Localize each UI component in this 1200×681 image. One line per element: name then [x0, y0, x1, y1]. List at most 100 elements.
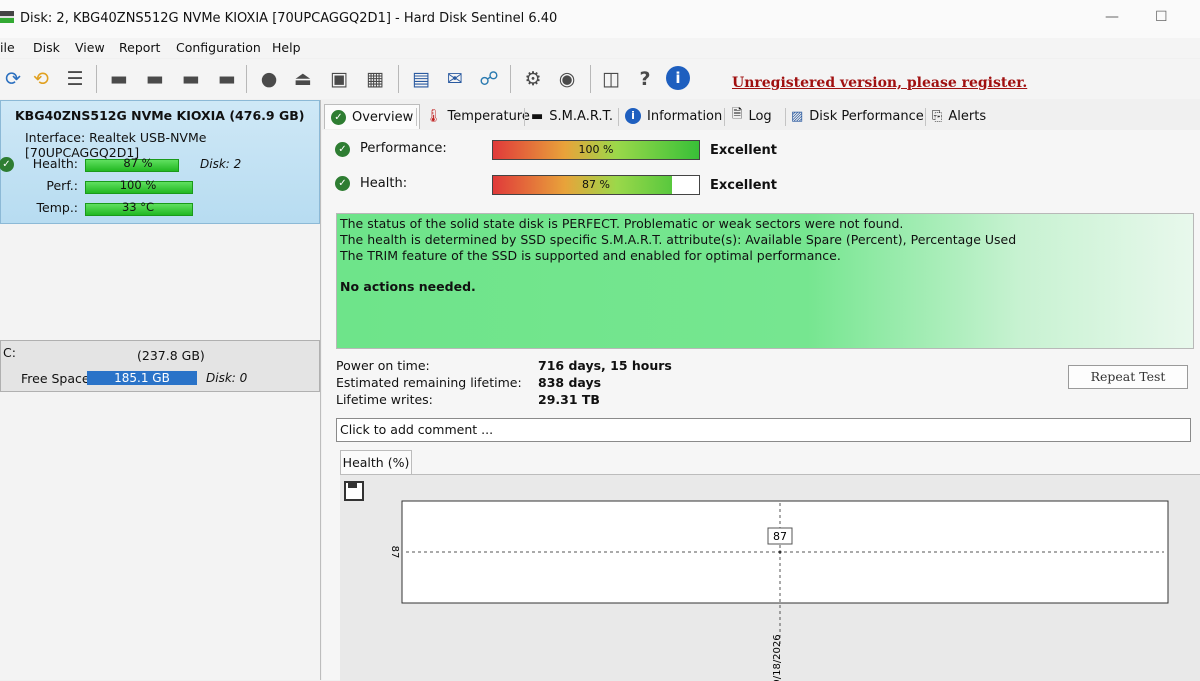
repeat-test-button[interactable]: Repeat Test [1068, 365, 1188, 389]
disk-check-icon[interactable]: ▬ [178, 66, 204, 92]
tab-health-chart[interactable]: Health (%) [340, 450, 412, 475]
performance-chart-icon: ▨ [791, 108, 804, 124]
settings-icon[interactable]: ⚙ [520, 66, 546, 92]
left-pane: KBG40ZNS512G NVMe KIOXIA (476.9 GB) Inte… [0, 100, 321, 680]
help-icon[interactable]: ? [632, 66, 658, 92]
data-point [778, 550, 782, 554]
free-space-bar: 185.1 GB [87, 371, 197, 385]
tab-alerts[interactable]: ⎘ Alerts [926, 104, 992, 128]
performance-rating: Excellent [710, 143, 777, 158]
maximize-icon[interactable]: ☐ [1155, 9, 1168, 25]
info-icon[interactable]: i [666, 66, 690, 90]
toolbar-separator [510, 65, 511, 93]
health-gauge-value: 87 % [582, 178, 610, 191]
register-link[interactable]: Unregistered version, please register. [732, 75, 1027, 91]
free-space-label: Free Space [21, 371, 90, 386]
tab-information[interactable]: i Information [619, 104, 728, 128]
health-label: Health: [360, 176, 408, 191]
overview-panel: ✓ Performance: 100 % Excellent ✓ Health:… [322, 130, 1200, 681]
toolbar-separator [398, 65, 399, 93]
y-tick-label: 87 [389, 546, 400, 559]
lifetime-writes-label: Lifetime writes: [336, 392, 433, 407]
tab-smart-label: S.M.A.R.T. [549, 108, 614, 124]
toolbar-separator [246, 65, 247, 93]
toolbar-separator [590, 65, 591, 93]
info-icon: i [625, 108, 641, 124]
smart-icon: ▬ [531, 108, 544, 124]
tab-overview-label: Overview [352, 109, 414, 125]
thermometer-icon: 🌡 [425, 108, 442, 124]
minimize-icon[interactable]: — [1105, 9, 1119, 25]
status-line: The status of the solid state disk is PE… [340, 216, 904, 231]
disk-panel[interactable]: KBG40ZNS512G NVMe KIOXIA (476.9 GB) Inte… [0, 100, 320, 224]
check-icon: ✓ [335, 142, 350, 157]
health-rating: Excellent [710, 178, 777, 193]
email-icon[interactable]: ✉ [442, 66, 468, 92]
network-icon[interactable]: ☍ [476, 66, 502, 92]
toolbar-separator [96, 65, 97, 93]
list-icon[interactable]: ☰ [62, 66, 88, 92]
title-bar: Disk: 2, KBG40ZNS512G NVMe KIOXIA [70UPC… [0, 0, 1200, 38]
test-icon[interactable]: ▣ [326, 66, 352, 92]
health-gauge: 87 % [492, 175, 700, 195]
health-value: 87 % [123, 156, 153, 170]
disk-name: KBG40ZNS512G NVMe KIOXIA (476.9 GB) [15, 108, 305, 123]
menu-view[interactable]: View [75, 40, 105, 55]
remaining-lifetime-label: Estimated remaining lifetime: [336, 375, 522, 390]
disk-number: Disk: 2 [200, 157, 242, 171]
report-icon[interactable]: ▤ [408, 66, 434, 92]
app-icon [0, 11, 14, 23]
menu-configuration[interactable]: Configuration [176, 40, 261, 55]
tab-disk-performance-label: Disk Performance [809, 108, 924, 124]
check-icon: ✓ [0, 157, 14, 172]
window-title: Disk: 2, KBG40ZNS512G NVMe KIOXIA [70UPC… [20, 11, 558, 26]
tab-information-label: Information [647, 108, 723, 124]
status-message-box: The status of the solid state disk is PE… [336, 213, 1194, 349]
temp-value: 33 °C [121, 200, 155, 214]
temp-label: Temp.: [36, 200, 79, 215]
performance-gauge-value: 100 % [578, 143, 614, 156]
refresh-all-icon[interactable]: ⟲ [28, 66, 54, 92]
volume-letter: C: [3, 345, 16, 360]
screenshot-icon[interactable]: ◫ [598, 66, 624, 92]
tab-disk-performance[interactable]: ▨ Disk Performance [785, 104, 930, 128]
log-icon: 🗎 [732, 107, 743, 122]
perf-label: Perf.: [46, 178, 78, 193]
power-on-value: 716 days, 15 hours [538, 358, 672, 373]
toolbar: ⟳ ⟲ ☰ ▬ ▬ ▬ ▬ ● ⏏ ▣ ▦ ▤ ✉ ☍ ⚙ ◉ ◫ ? i Un… [0, 59, 1200, 99]
disk-schedule-icon[interactable]: ▬ [142, 66, 168, 92]
tab-log-label: Log [748, 108, 772, 124]
tab-smart[interactable]: ▬ S.M.A.R.T. [525, 104, 619, 128]
tab-log[interactable]: 🗎 Log [726, 104, 778, 128]
performance-label: Performance: [360, 141, 447, 156]
menu-disk[interactable]: Disk [33, 40, 60, 55]
check-icon: ✓ [335, 176, 350, 191]
menu-help[interactable]: Help [272, 40, 301, 55]
disk-icon[interactable]: ▬ [106, 66, 132, 92]
tab-overview[interactable]: ✓ Overview [324, 104, 421, 129]
comment-field[interactable]: Click to add comment ... [336, 418, 1191, 442]
menu-bar: ile Disk View Report Configuration Help [0, 38, 1200, 58]
tab-separator [724, 108, 725, 126]
remaining-lifetime-value: 838 days [538, 375, 602, 390]
disk-info-icon[interactable]: ▬ [214, 66, 240, 92]
check-icon: ✓ [331, 109, 346, 125]
alert-sound-icon[interactable]: ◉ [554, 66, 580, 92]
data-label: 87 [773, 530, 787, 543]
disk-gray-icon[interactable]: ● [256, 66, 282, 92]
refresh-icon[interactable]: ⟳ [0, 66, 26, 92]
health-chart: 87 87 9/18/2026 [389, 500, 1169, 681]
volume-size: (237.8 GB) [137, 348, 205, 363]
alerts-icon: ⎘ [932, 108, 943, 124]
menu-file[interactable]: ile [0, 40, 15, 55]
tab-temperature[interactable]: 🌡 Temperature [419, 104, 536, 128]
status-line: The TRIM feature of the SSD is supported… [340, 248, 841, 263]
actions-text: No actions needed. [340, 279, 476, 294]
eject-icon[interactable]: ⏏ [290, 66, 316, 92]
disk-export-icon[interactable]: ▦ [362, 66, 388, 92]
menu-report[interactable]: Report [119, 40, 160, 55]
power-on-label: Power on time: [336, 358, 430, 373]
volume-disk-number: Disk: 0 [206, 371, 248, 385]
tab-separator [416, 108, 417, 126]
volume-panel[interactable]: C: (237.8 GB) Free Space 185.1 GB Disk: … [0, 340, 320, 392]
